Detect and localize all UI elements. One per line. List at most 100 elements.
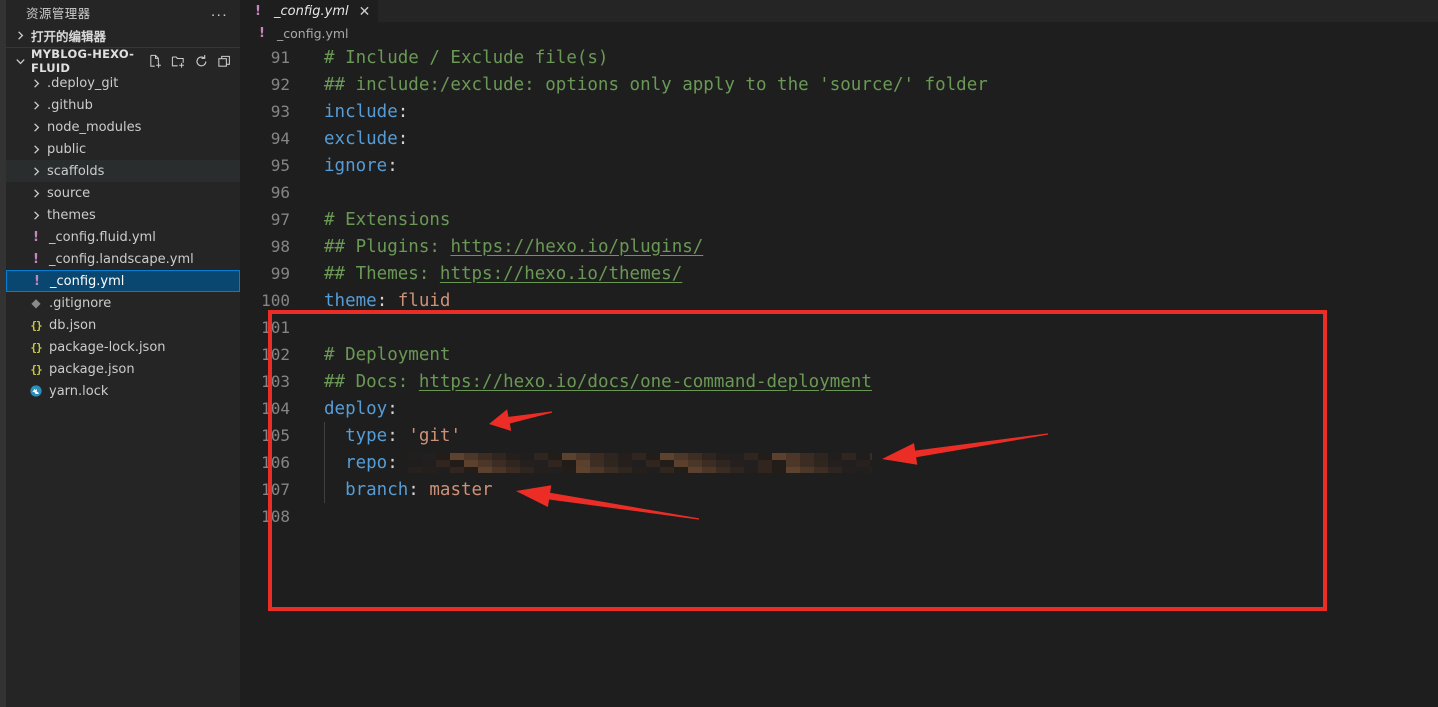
line-number: 104: [261, 399, 290, 418]
breadcrumb-label[interactable]: _config.yml: [277, 26, 349, 41]
line-number: 108: [261, 507, 290, 526]
yaml-icon: !: [33, 229, 39, 245]
line-number: 98: [270, 237, 290, 256]
code-line-95: 95 ignore:: [240, 152, 1438, 179]
line-number: 100: [261, 291, 290, 310]
tree-item-node-modules[interactable]: node_modules: [6, 116, 240, 138]
line-number: 96: [270, 183, 290, 202]
tree-item-package-lock-json[interactable]: {} package-lock.json: [6, 336, 240, 358]
code-line-92: 92 ## include:/exclude: options only appl…: [240, 71, 1438, 98]
refresh-icon[interactable]: [194, 54, 209, 69]
token-link[interactable]: https://hexo.io/docs/one-command-deploym…: [419, 372, 872, 392]
chevron-right-icon: [28, 163, 44, 179]
tree-item-label: package.json: [49, 361, 135, 377]
token-punct: [324, 480, 345, 500]
token-key: theme: [324, 290, 377, 311]
code-line-91: 91 # Include / Exclude file(s): [240, 44, 1438, 71]
tree-item-deploy-git[interactable]: .deploy_git: [6, 72, 240, 94]
yaml-icon: !: [259, 25, 265, 41]
chevron-right-icon: [12, 27, 28, 43]
code-line-107: 107 branch: master: [240, 476, 1438, 503]
code-line-99: 99 ## Themes: https://hexo.io/themes/: [240, 260, 1438, 287]
tree-item-source[interactable]: source: [6, 182, 240, 204]
line-text: ## Themes: https://hexo.io/themes/: [300, 264, 682, 284]
line-number: 92: [270, 75, 290, 94]
tree-item-label: _config.fluid.yml: [49, 229, 156, 245]
chevron-right-icon: [28, 185, 44, 201]
token-comment: ## include:/exclude: options only apply …: [324, 74, 988, 95]
tree-item-yarn-lock[interactable]: yarn.lock: [6, 380, 240, 402]
collapse-all-icon[interactable]: [217, 54, 232, 69]
line-text: # Extensions: [300, 210, 450, 230]
token-key: branch: [345, 479, 409, 500]
token-comment: ## Docs:: [324, 371, 419, 392]
editor-tab-label: _config.yml: [274, 3, 349, 19]
tree-item-github[interactable]: .github: [6, 94, 240, 116]
token-str: master: [429, 479, 493, 500]
token-key: exclude: [324, 128, 398, 149]
explorer-more-actions-icon[interactable]: ...: [211, 4, 232, 19]
close-icon[interactable]: ✕: [359, 4, 371, 18]
token-comment: ## Plugins:: [324, 236, 451, 257]
token-punct: :: [387, 398, 398, 419]
explorer-title: 资源管理器: [26, 5, 91, 21]
yaml-icon: !: [33, 251, 39, 267]
line-text: deploy:: [300, 399, 398, 419]
chevron-down-icon: [12, 53, 28, 69]
line-number: 95: [270, 156, 290, 175]
code-line-105: 105 type: 'git': [240, 422, 1438, 449]
line-text: exclude:: [300, 129, 408, 149]
yaml-icon: !: [255, 3, 261, 19]
tree-item-label: yarn.lock: [49, 383, 109, 399]
token-punct: :: [387, 452, 409, 473]
code-line-108: 108: [240, 503, 1438, 530]
token-punct: :: [376, 290, 398, 311]
new-folder-icon[interactable]: [171, 54, 186, 69]
token-link[interactable]: https://hexo.io/themes/: [440, 264, 682, 284]
explorer-title-row: 资源管理器 ...: [6, 0, 240, 24]
line-number: 97: [270, 210, 290, 229]
editor-tab-config-yml[interactable]: ! _config.yml ✕: [240, 0, 380, 22]
token-link[interactable]: https://hexo.io/plugins/: [450, 237, 703, 257]
section-workspace-root[interactable]: MYBLOG-HEXO-FLUID: [6, 47, 240, 75]
tree-item-label: themes: [47, 207, 96, 223]
line-text: ## Plugins: https://hexo.io/plugins/: [300, 237, 703, 257]
line-text: ## include:/exclude: options only apply …: [300, 75, 988, 95]
tree-item-db-json[interactable]: {} db.json: [6, 314, 240, 336]
code-line-104: 104 deploy:: [240, 395, 1438, 422]
tree-item-config-yml[interactable]: ! _config.yml: [6, 270, 240, 292]
code-line-93: 93 include:: [240, 98, 1438, 125]
code-line-97: 97 # Extensions: [240, 206, 1438, 233]
code-line-106: 106 repo:: [240, 449, 1438, 476]
tree-item-config-fluid-yml[interactable]: ! _config.fluid.yml: [6, 226, 240, 248]
line-number: 99: [270, 264, 290, 283]
tree-item-config-landscape-yml[interactable]: ! _config.landscape.yml: [6, 248, 240, 270]
line-text: branch: master: [300, 480, 493, 500]
token-punct: [324, 453, 345, 473]
line-number: 94: [270, 129, 290, 148]
new-file-icon[interactable]: [148, 54, 163, 69]
tree-item-public[interactable]: public: [6, 138, 240, 160]
tree-item-label: _config.yml: [50, 273, 125, 289]
token-key: deploy: [324, 398, 388, 419]
line-number: 101: [261, 318, 290, 337]
yarn-icon: [28, 383, 44, 399]
tree-item-label: .deploy_git: [47, 75, 119, 91]
section-open-editors[interactable]: 打开的编辑器: [6, 24, 240, 46]
line-number: 103: [261, 372, 290, 391]
code-line-96: 96: [240, 179, 1438, 206]
tree-item-themes[interactable]: themes: [6, 204, 240, 226]
line-number: 106: [261, 453, 290, 472]
tree-item-scaffolds[interactable]: scaffolds: [6, 160, 240, 182]
line-text: # Include / Exclude file(s): [300, 48, 608, 68]
line-text: ignore:: [300, 156, 398, 176]
tree-item-label: source: [47, 185, 91, 201]
chevron-right-icon: [28, 75, 44, 91]
tree-item-gitignore[interactable]: ◆ .gitignore: [6, 292, 240, 314]
code-line-101: 101: [240, 314, 1438, 341]
token-punct: :: [387, 425, 409, 446]
tree-item-package-json[interactable]: {} package.json: [6, 358, 240, 380]
token-comment: # Deployment: [324, 344, 451, 365]
line-number: 91: [270, 48, 290, 67]
code-editor[interactable]: 91 # Include / Exclude file(s) 92 ## includ…: [240, 44, 1438, 707]
